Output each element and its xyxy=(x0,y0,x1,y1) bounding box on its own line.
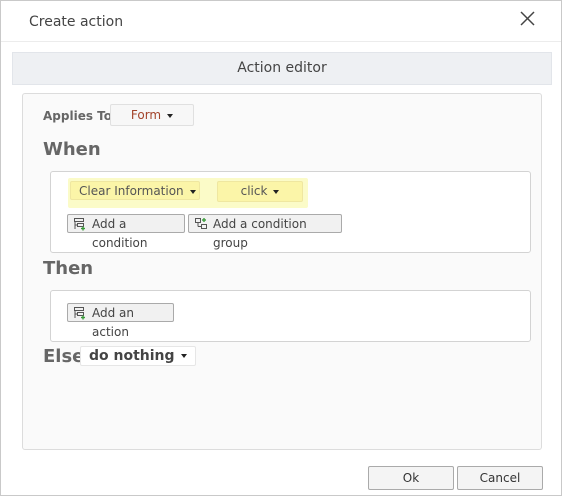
close-button[interactable] xyxy=(515,7,541,33)
else-label: Else xyxy=(43,346,85,367)
caret-down-icon xyxy=(189,189,196,194)
action-editor-header: Action editor xyxy=(12,52,552,85)
close-icon xyxy=(520,11,535,26)
applies-to-value: Form xyxy=(130,108,162,122)
add-condition-button[interactable]: Add a condition xyxy=(67,214,185,250)
create-action-dialog: Create action Action editor Applies To F… xyxy=(0,0,562,496)
caret-down-icon xyxy=(273,189,280,194)
else-dropdown[interactable]: do nothing xyxy=(80,346,196,366)
caret-down-icon xyxy=(167,113,174,118)
caret-down-icon xyxy=(180,354,187,358)
when-label: When xyxy=(43,139,101,160)
add-condition-group-icon xyxy=(195,218,207,229)
trigger-event-value: click xyxy=(240,184,268,198)
add-condition-group-label: Add a condition group xyxy=(213,217,307,250)
trigger-event-dropdown[interactable]: click xyxy=(217,181,303,202)
dialog-title: Create action xyxy=(29,14,124,30)
applies-to-dropdown[interactable]: Form xyxy=(110,104,194,126)
add-action-icon xyxy=(74,307,85,320)
then-label: Then xyxy=(43,258,94,279)
else-value: do nothing xyxy=(89,348,175,364)
dialog-titlebar: Create action xyxy=(1,1,561,42)
applies-to-label: Applies To xyxy=(43,109,112,123)
add-action-button[interactable]: Add an action xyxy=(67,303,174,339)
add-condition-icon xyxy=(74,218,85,231)
when-conditions-box: Clear Information click Add a condition xyxy=(50,171,531,253)
add-condition-group-button[interactable]: Add a condition group xyxy=(188,214,342,250)
action-editor-panel: Applies To Form When Clear Information c… xyxy=(22,93,542,450)
cancel-button[interactable]: Cancel xyxy=(457,466,543,490)
then-actions-box: Add an action xyxy=(50,290,531,342)
trigger-source-dropdown[interactable]: Clear Information xyxy=(70,181,200,200)
add-action-label: Add an action xyxy=(92,306,135,339)
add-condition-label: Add a condition xyxy=(92,217,148,250)
ok-button[interactable]: Ok xyxy=(368,466,454,490)
trigger-source-value: Clear Information xyxy=(79,184,184,198)
